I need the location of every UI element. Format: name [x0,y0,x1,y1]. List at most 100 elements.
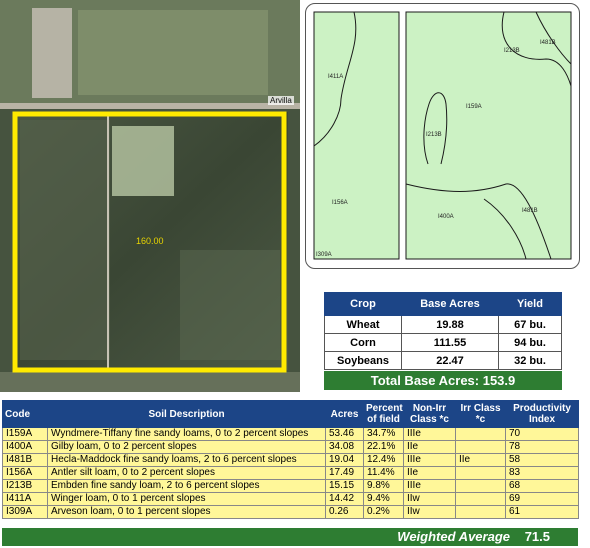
soil-map-left-panel [313,11,400,260]
soil-percent: 22.1% [363,440,404,454]
table-row: I411A Winger loam, 0 to 1 percent slopes… [2,492,579,506]
soil-productivity: 58 [505,453,579,467]
soil-irr-class [455,466,506,480]
soil-code: I411A [2,492,48,506]
soil-code: I213B [2,479,48,493]
soil-unit-label: I400A [438,214,454,220]
soil-nonirr-class: IIw [403,505,456,519]
soil-productivity: 69 [505,492,579,506]
soil-percent: 0.2% [363,505,404,519]
soil-productivity: 70 [505,427,579,441]
total-base-acres: Total Base Acres: 153.9 [324,371,562,390]
soil-acres: 34.08 [325,440,364,454]
column-header: Productivity Index [505,400,579,428]
yield: 67 bu. [498,315,562,334]
column-header: Yield [498,292,562,316]
soil-acres: 15.15 [325,479,364,493]
soil-irr-class [455,440,506,454]
soil-code: I481B [2,453,48,467]
soil-unit-label: I213B [426,132,442,138]
soil-irr-class [455,427,506,441]
aerial-map: Arvilla 160.00 [0,0,300,392]
soil-description: Wyndmere-Tiffany fine sandy loams, 0 to … [47,427,326,441]
table-row: Wheat 19.88 67 bu. [324,315,562,334]
soil-nonirr-class: IIe [403,466,456,480]
soil-description: Embden fine sandy loam, 2 to 6 percent s… [47,479,326,493]
soil-unit-label: I411A [328,74,343,80]
crop-name: Wheat [324,315,402,334]
road-label: Arvilla [268,96,294,105]
weighted-average-label: Weighted Average [397,529,510,544]
soil-percent: 34.7% [363,427,404,441]
soil-description: Winger loam, 0 to 1 percent slopes [47,492,326,506]
table-header-row: Crop Base Acres Yield [324,292,562,316]
base-acres: 19.88 [401,315,499,334]
yield: 94 bu. [498,333,562,352]
table-row: I400A Gilby loam, 0 to 2 percent slopes … [2,440,579,454]
column-header: Code [2,400,48,428]
soil-nonirr-class: IIw [403,492,456,506]
soil-acres: 19.04 [325,453,364,467]
soil-nonirr-class: IIe [403,440,456,454]
soil-unit-label: I309A [316,252,332,258]
soil-nonirr-class: IIIe [403,427,456,441]
soil-percent: 9.8% [363,479,404,493]
column-header: Irr Class *c [455,400,506,428]
column-header: Acres [325,400,364,428]
soil-acres: 14.42 [325,492,364,506]
column-header: Non-Irr Class *c [403,400,456,428]
soil-nonirr-class: IIIe [403,479,456,493]
soil-description: Arveson loam, 0 to 1 percent slopes [47,505,326,519]
soil-unit-label: I159A [466,104,482,110]
table-row: I309A Arveson loam, 0 to 1 percent slope… [2,505,579,519]
table-row: I213B Embden fine sandy loam, 2 to 6 per… [2,479,579,493]
crop-name: Corn [324,333,402,352]
soil-acres: 53.46 [325,427,364,441]
column-header: Base Acres [401,292,499,316]
base-acres: 111.55 [401,333,499,352]
weighted-average-bar: Weighted Average 71.5 [2,528,578,546]
soil-irr-class [455,505,506,519]
soil-irr-class: IIe [455,453,506,467]
aerial-image [0,0,300,392]
soil-percent: 9.4% [363,492,404,506]
soil-productivity: 61 [505,505,579,519]
soil-map-drawing: I411A I156A I213B I481B I159A I213B I400… [313,11,572,260]
soil-code: I400A [2,440,48,454]
soil-description: Antler silt loam, 0 to 2 percent slopes [47,466,326,480]
soil-description: Gilby loam, 0 to 2 percent slopes [47,440,326,454]
column-header: Soil Description [47,400,326,428]
yield: 32 bu. [498,351,562,370]
table-row: Corn 111.55 94 bu. [324,333,562,352]
table-row: I481B Hecla-Maddock fine sandy loams, 2 … [2,453,579,467]
soil-map: I411A I156A I213B I481B I159A I213B I400… [305,3,580,269]
soil-code: I156A [2,466,48,480]
soil-table: Code Soil Description Acres Percent of f… [2,400,579,519]
crop-name: Soybeans [324,351,402,370]
weighted-average-value: 71.5 [524,529,550,544]
soil-acres: 17.49 [325,466,364,480]
soil-unit-label: I481B [522,208,538,214]
soil-nonirr-class: IIIe [403,453,456,467]
soil-code: I309A [2,505,48,519]
soil-percent: 11.4% [363,466,404,480]
soil-unit-label: I481B [540,40,556,46]
soil-irr-class [455,479,506,493]
crop-base-acres-table: Crop Base Acres Yield Wheat 19.88 67 bu.… [324,292,562,370]
soil-description: Hecla-Maddock fine sandy loams, 2 to 6 p… [47,453,326,467]
soil-unit-label: I156A [332,200,348,206]
table-row: I159A Wyndmere-Tiffany fine sandy loams,… [2,427,579,441]
soil-acres: 0.26 [325,505,364,519]
soil-irr-class [455,492,506,506]
soil-productivity: 83 [505,466,579,480]
table-row: I156A Antler silt loam, 0 to 2 percent s… [2,466,579,480]
base-acres: 22.47 [401,351,499,370]
column-header: Percent of field [363,400,404,428]
soil-productivity: 68 [505,479,579,493]
soil-productivity: 78 [505,440,579,454]
soil-code: I159A [2,427,48,441]
column-header: Crop [324,292,402,316]
soil-unit-label: I213B [504,48,520,54]
table-row: Soybeans 22.47 32 bu. [324,351,562,370]
field-acres-label: 160.00 [136,236,164,246]
